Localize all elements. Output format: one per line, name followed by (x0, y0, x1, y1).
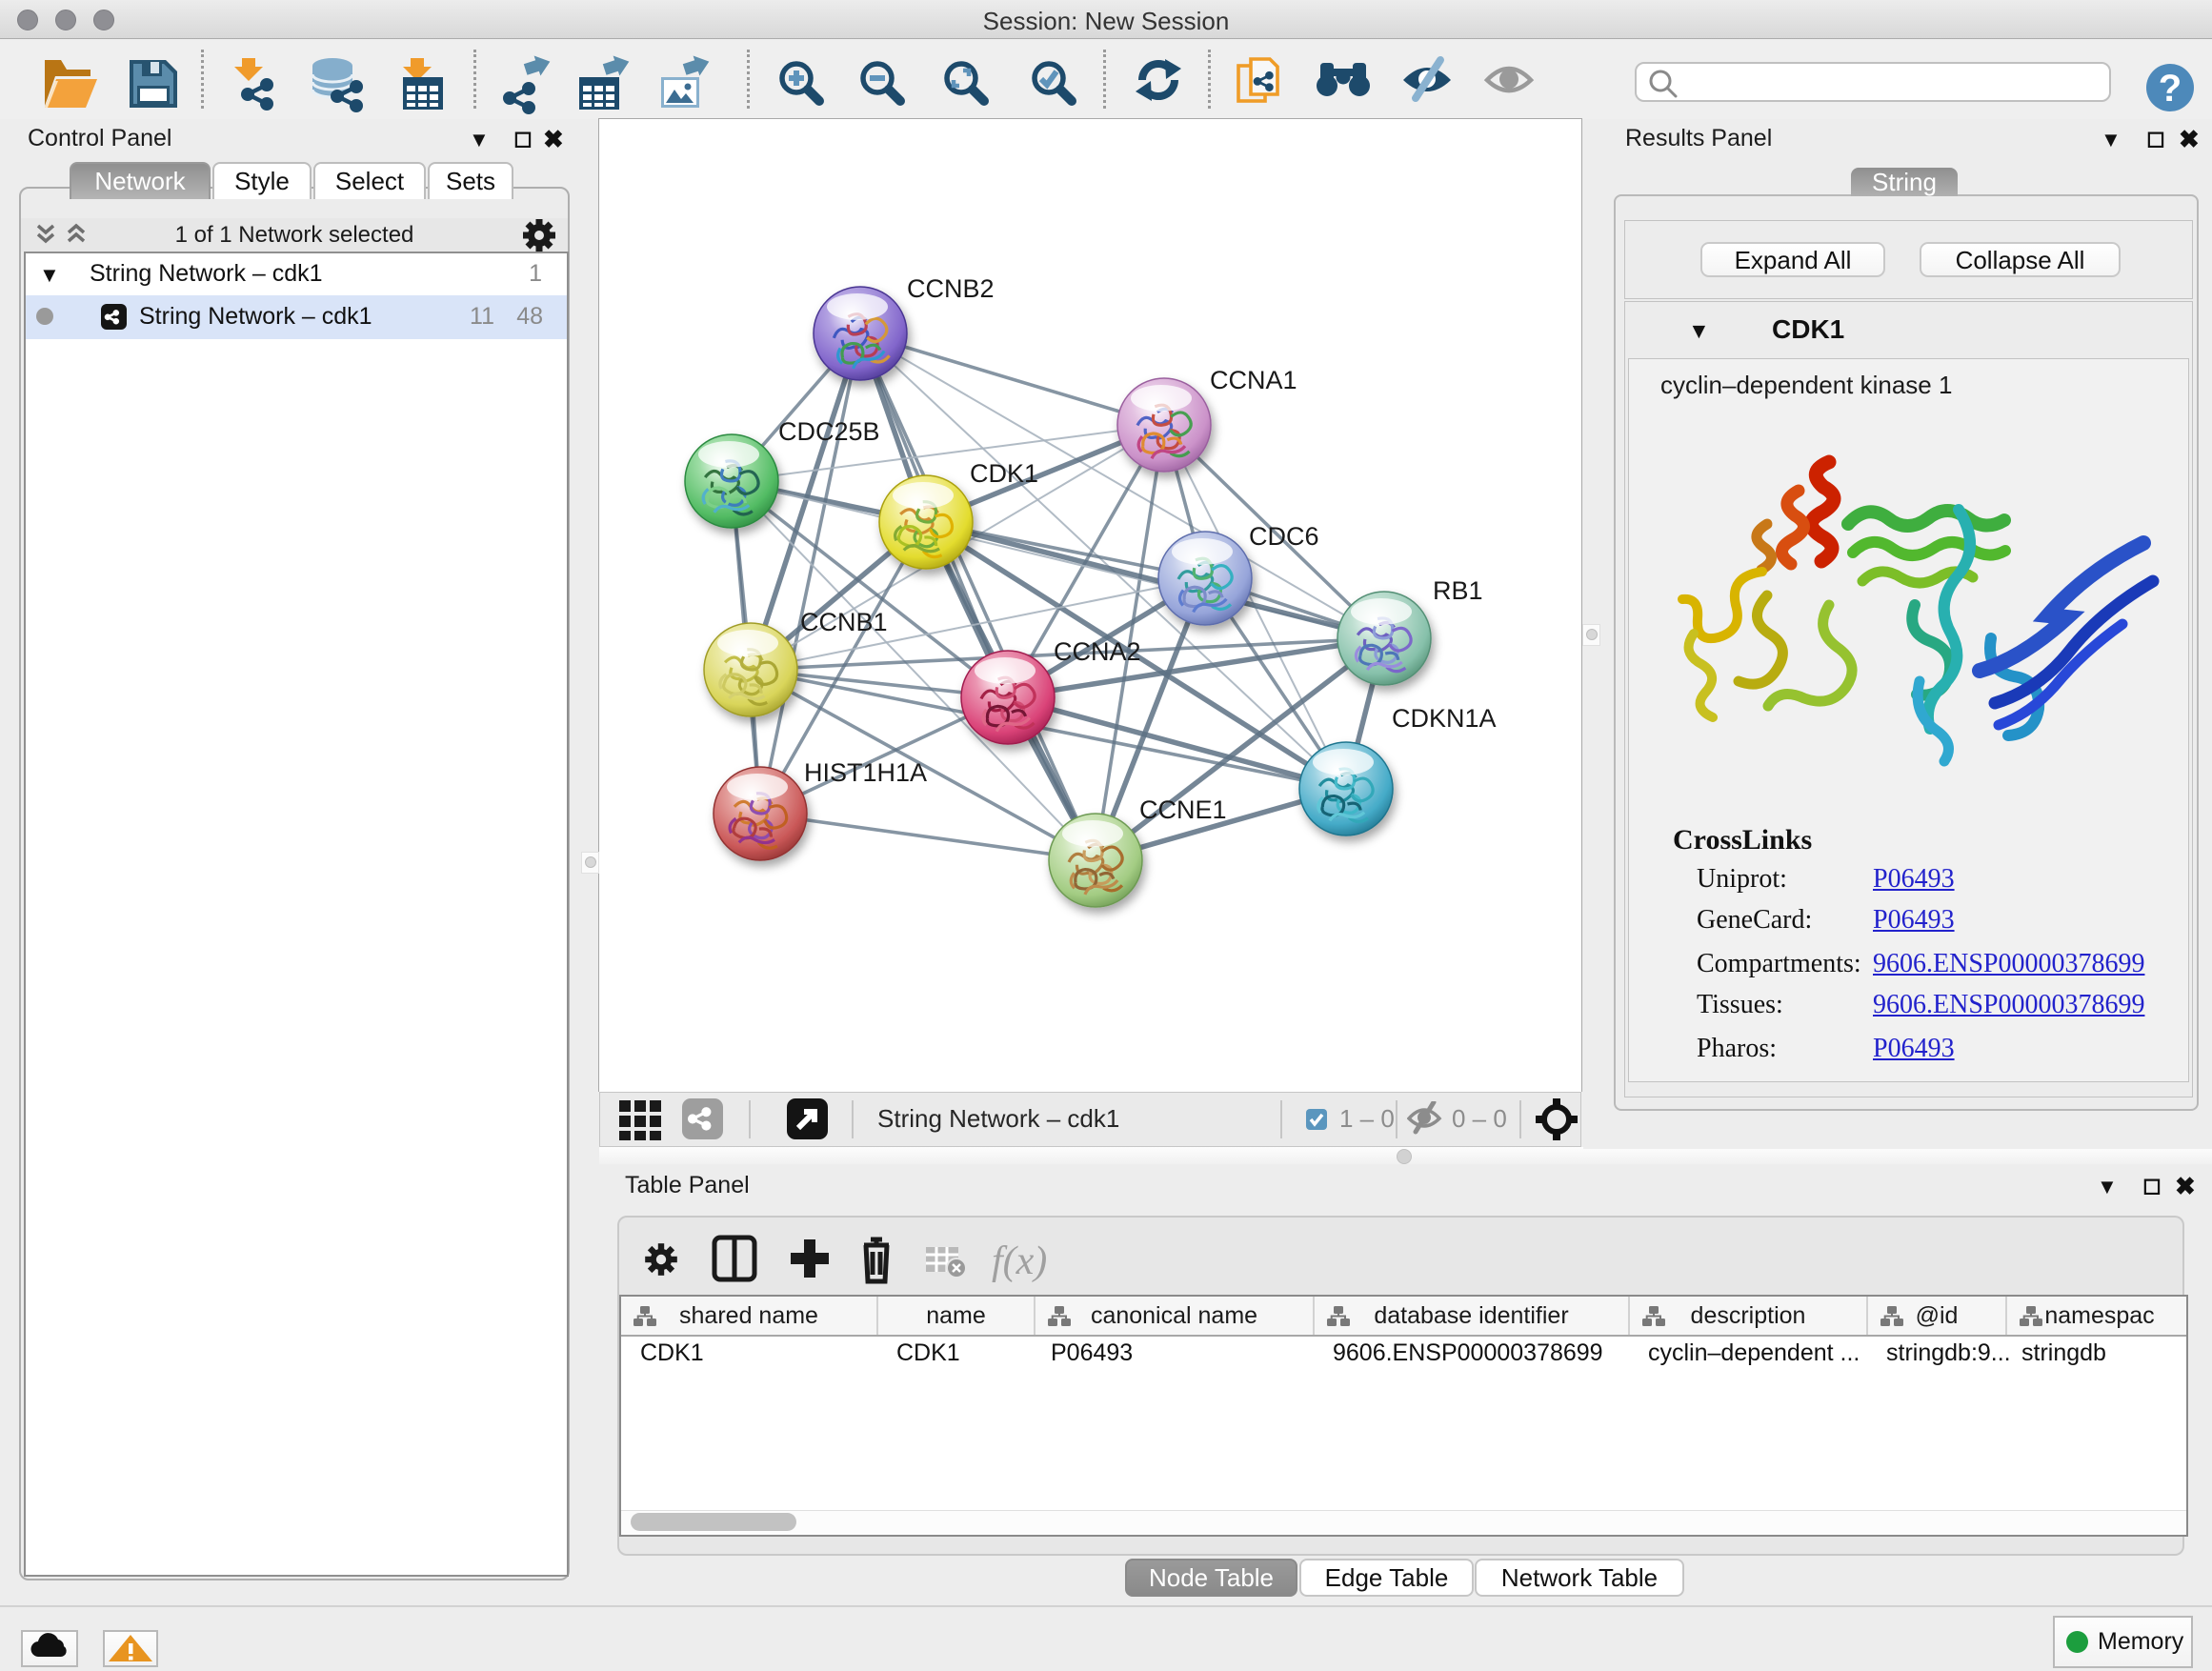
svg-text:CCNB1: CCNB1 (800, 608, 888, 636)
svg-text:CDC6: CDC6 (1249, 522, 1319, 551)
svg-text:CDKN1A: CDKN1A (1392, 704, 1497, 733)
svg-text:CCNA1: CCNA1 (1210, 366, 1297, 394)
svg-text:CCNA2: CCNA2 (1054, 637, 1141, 666)
svg-text:CCNE1: CCNE1 (1139, 795, 1227, 824)
svg-text:RB1: RB1 (1433, 576, 1483, 605)
svg-text:CDC25B: CDC25B (778, 417, 880, 446)
svg-text:CDK1: CDK1 (970, 459, 1038, 488)
svg-text:CCNB2: CCNB2 (907, 274, 995, 303)
svg-text:HIST1H1A: HIST1H1A (804, 758, 927, 787)
svg-text:f(x): f(x) (992, 1239, 1047, 1283)
svg-text:?: ? (2159, 68, 2182, 110)
